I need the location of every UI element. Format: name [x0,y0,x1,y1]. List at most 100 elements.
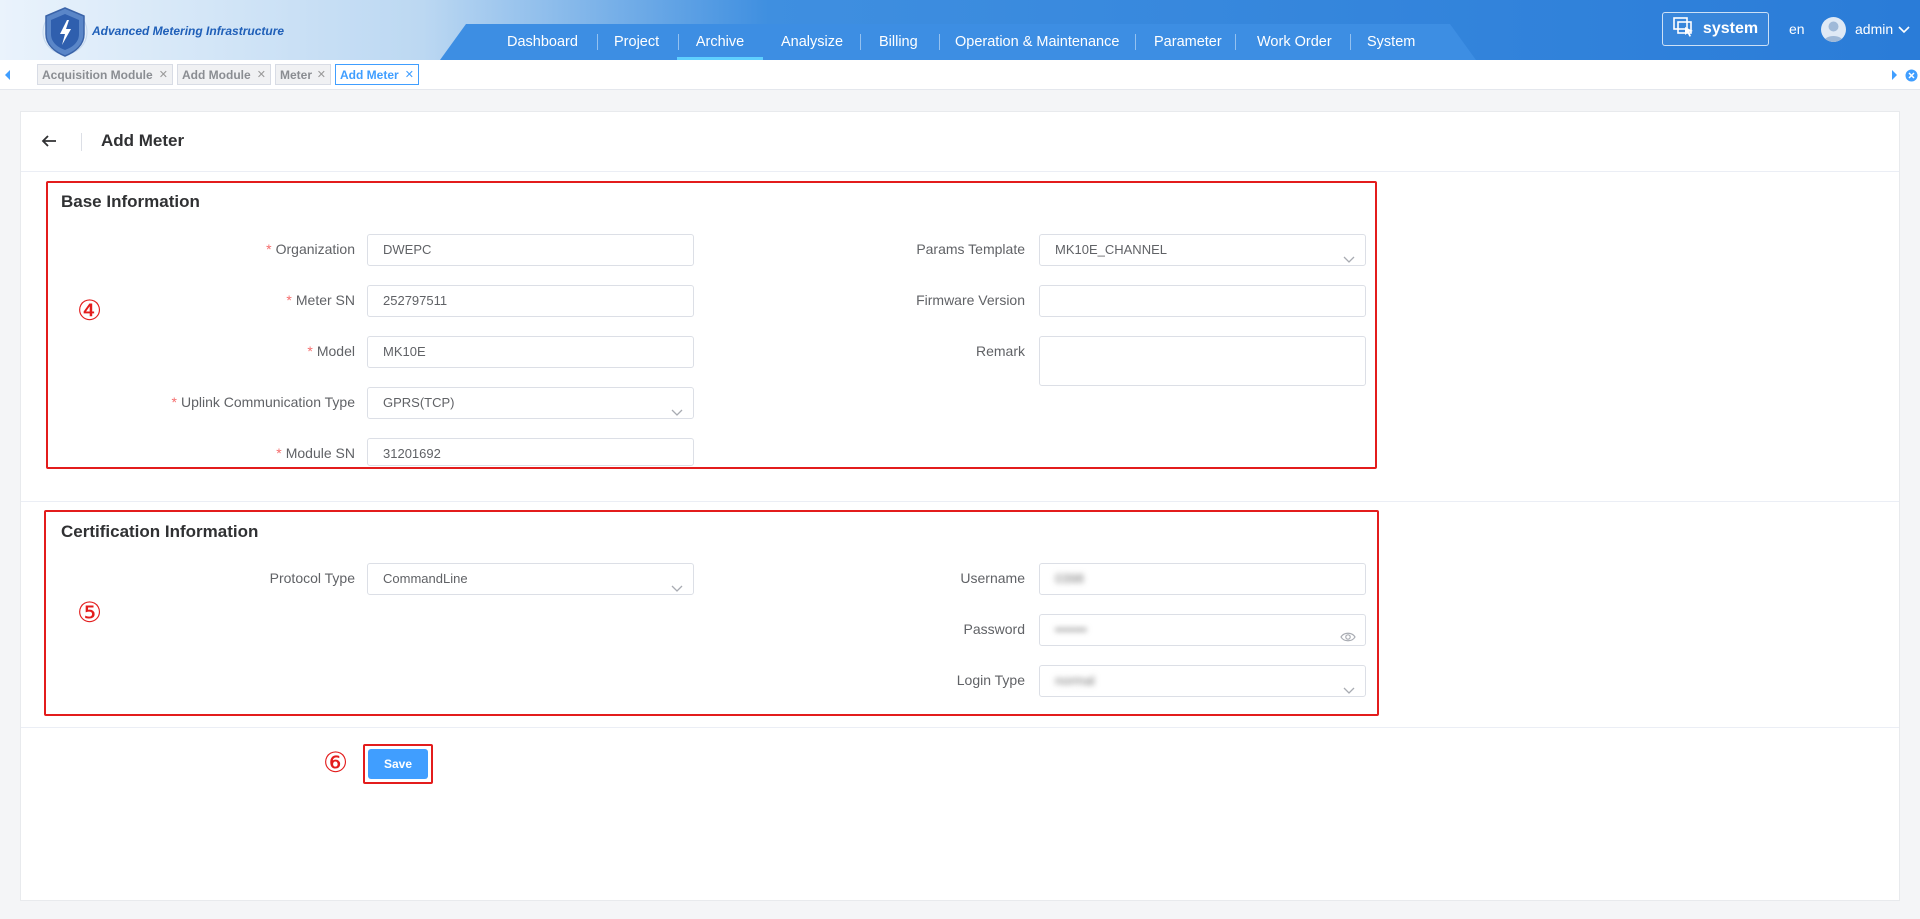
password-value: ••••••• [1055,622,1087,637]
remark-textarea[interactable] [1039,336,1366,386]
chevron-down-icon[interactable] [1897,22,1911,39]
system-button-label: system [1702,20,1759,37]
password-label: Password [963,621,1025,637]
nav-item-dashboard[interactable]: Dashboard [507,24,578,60]
user-menu[interactable]: admin [1855,21,1893,37]
chevron-down-icon [671,398,683,416]
nav-item-system[interactable]: System [1367,24,1415,60]
model-label: * Model [121,342,355,360]
app-logo [40,2,90,58]
nav-separator [1135,34,1136,50]
username-label: Username [960,570,1025,586]
required-asterisk: * [286,292,292,308]
tab-acquisition-module[interactable]: Acquisition Module ✕ [37,64,173,85]
nav-item-analysize[interactable]: Analysize [781,24,843,60]
protocol-type-label: Protocol Type [269,570,355,586]
close-all-tabs-icon[interactable] [1903,60,1919,90]
organization-label-text: Organization [275,241,355,257]
nav-separator [860,34,861,50]
main-nav: Dashboard Project Archive Analysize Bill… [440,24,1476,60]
system-button[interactable]: system [1662,12,1769,46]
section-divider [21,501,1899,502]
eye-icon[interactable] [1340,624,1356,642]
form-card: Add Meter Base Information * Organization… [20,111,1900,901]
login-type-value: normal [1055,673,1095,688]
organization-label: * Organization [121,240,355,258]
close-icon[interactable]: ✕ [257,68,266,81]
required-asterisk: * [276,445,282,461]
uplink-communication-type-value: GPRS(TCP) [383,395,455,410]
nav-separator [1350,34,1351,50]
password-field[interactable]: ••••••• [1039,614,1366,646]
firmware-version-label: Firmware Version [916,292,1025,308]
back-arrow-icon[interactable] [39,131,59,151]
remark-label: Remark [975,343,1025,359]
annotation-marker-5: ⑤ [77,596,103,629]
meter-sn-field[interactable]: 252797511 [367,285,694,317]
header-divider [81,133,82,151]
nav-separator [939,34,940,50]
organization-field[interactable]: DWEPC [367,234,694,266]
resize-handle-icon[interactable] [1355,375,1363,383]
nav-item-parameter[interactable]: Parameter [1154,24,1222,60]
nav-item-billing[interactable]: Billing [879,24,918,60]
module-sn-label: * Module SN [121,444,355,462]
tab-add-module[interactable]: Add Module ✕ [177,64,271,85]
model-label-text: Model [316,343,355,359]
module-sn-label-text: Module SN [285,445,355,461]
model-field[interactable]: MK10E [367,336,694,368]
app-title: Advanced Metering Infrastructure [92,24,285,38]
page-header: Add Meter [21,112,1899,172]
tab-label: Add Meter [340,67,399,82]
params-template-value: MK10E_CHANNEL [1055,242,1167,257]
tab-scroll-left-icon[interactable] [0,60,16,90]
close-icon[interactable]: ✕ [405,68,414,81]
annotation-marker-6: ⑥ [323,746,349,779]
save-button[interactable]: Save [368,749,428,779]
annotation-marker-4: ④ [77,294,103,327]
protocol-type-value: CommandLine [383,571,468,586]
tab-label: Add Module [182,67,251,82]
base-information-title: Base Information [61,192,200,211]
meter-sn-label: * Meter SN [121,291,355,309]
uplink-communication-type-label: * Uplink Communication Type [101,393,356,411]
avatar[interactable] [1821,17,1846,42]
nav-item-operation-maintenance[interactable]: Operation & Maintenance [955,24,1119,60]
protocol-type-select[interactable]: CommandLine [367,563,694,595]
tab-strip: Acquisition Module ✕ Add Module ✕ Meter … [0,60,1920,90]
tab-label: Meter [280,67,313,82]
language-switch[interactable]: en [1789,21,1805,37]
chevron-down-icon [1343,245,1355,263]
required-asterisk: * [171,394,177,410]
tab-scroll-right-icon[interactable] [1886,60,1902,90]
module-sn-field[interactable]: 31201692 [367,438,694,466]
username-value: 0398 [1055,571,1084,586]
chevron-down-icon [671,574,683,592]
username-field[interactable]: 0398 [1039,563,1366,595]
section-divider [21,727,1899,728]
annotation-box-base-information [46,181,1377,469]
nav-item-archive[interactable]: Archive [677,24,763,60]
close-icon[interactable]: ✕ [159,68,168,81]
params-template-select[interactable]: MK10E_CHANNEL [1039,234,1366,266]
uplink-communication-type-select[interactable]: GPRS(TCP) [367,387,694,419]
login-type-select[interactable]: normal [1039,665,1366,697]
tab-label: Acquisition Module [42,67,153,82]
system-switch-icon [1673,16,1695,42]
chevron-down-icon [1343,676,1355,694]
tab-meter[interactable]: Meter ✕ [275,64,331,85]
required-asterisk: * [307,343,313,359]
tab-add-meter[interactable]: Add Meter ✕ [335,64,419,85]
nav-separator [597,34,598,50]
firmware-version-field[interactable] [1039,285,1366,317]
nav-separator [1235,34,1236,50]
top-header: Advanced Metering Infrastructure Dashboa… [0,0,1920,60]
close-icon[interactable]: ✕ [317,68,326,81]
nav-item-project[interactable]: Project [614,24,659,60]
params-template-label: Params Template [916,241,1025,257]
meter-sn-label-text: Meter SN [295,292,355,308]
required-asterisk: * [266,241,272,257]
nav-item-work-order[interactable]: Work Order [1257,24,1332,60]
login-type-label: Login Type [956,672,1025,688]
page-title: Add Meter [101,131,185,150]
